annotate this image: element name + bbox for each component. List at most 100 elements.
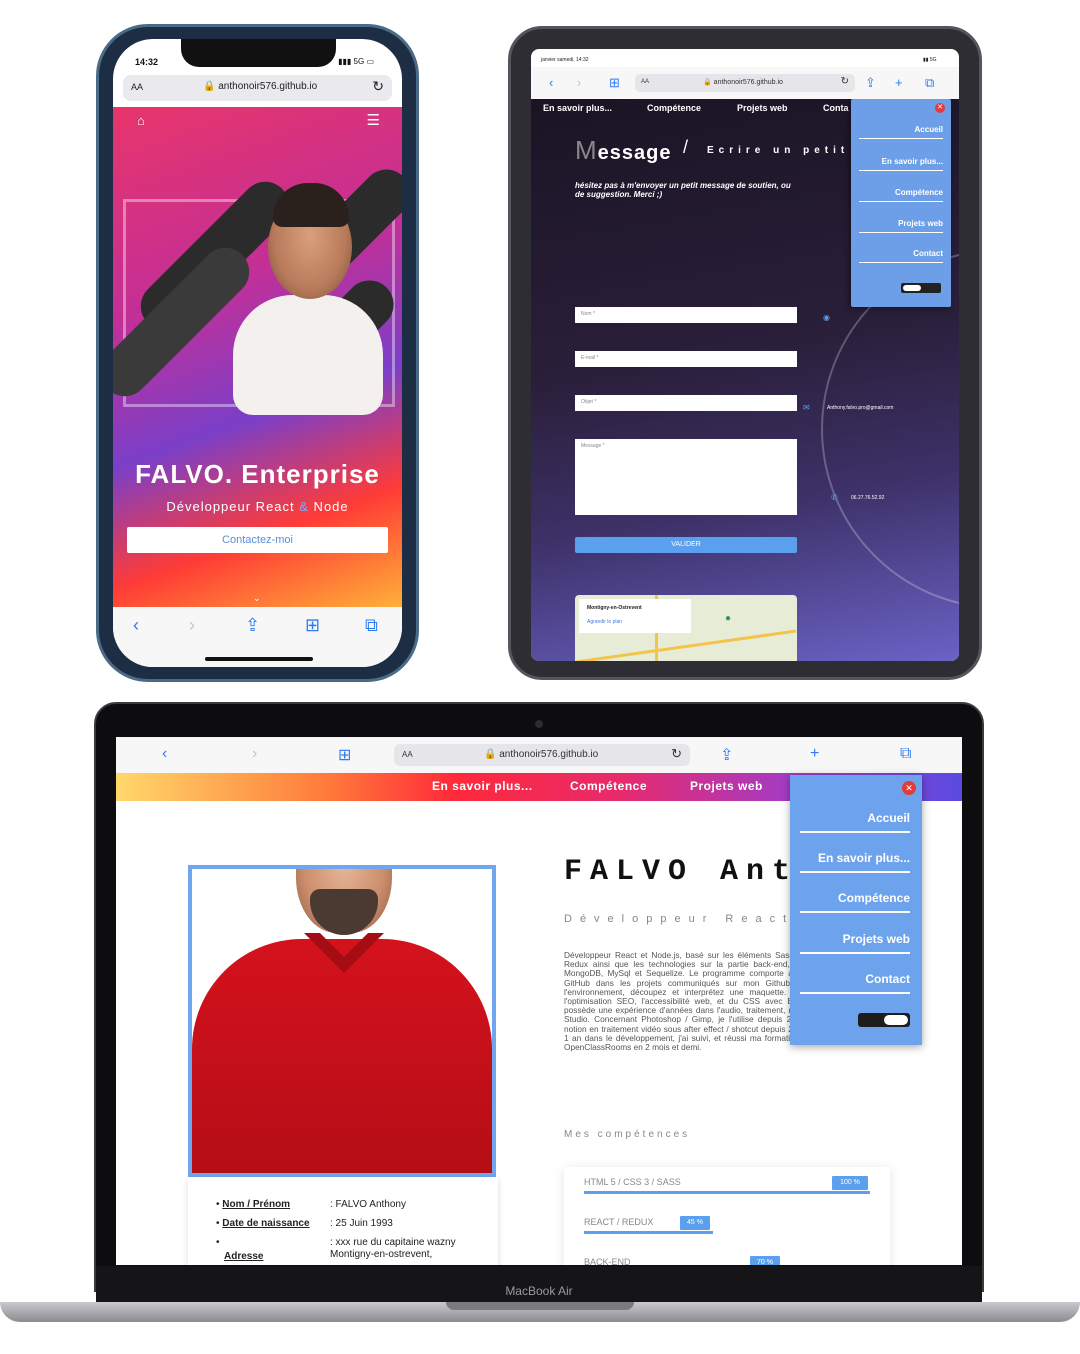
back-icon[interactable]: ‹ [549,75,553,90]
menu-item-accueil[interactable]: Accueil [859,125,943,139]
lock-icon: 🔒 [703,79,712,86]
phone-device: 14:32 ▮▮▮ 5G ▭ AA 🔒 anthonoir576.github.… [96,24,419,682]
url-text: 🔒 anthonoir576.github.io [484,749,599,760]
contact-page: En savoir plus... Compétence Projets web… [531,99,959,661]
forward-icon[interactable]: › [189,615,195,636]
nav-menu-panel: ✕ Accueil En savoir plus... Compétence P… [851,99,951,307]
subject-field[interactable]: Objet * [575,395,797,411]
lock-icon: 🔒 [484,749,497,760]
phone-time: 14:32 [135,57,159,67]
reload-icon[interactable]: ↻ [841,76,849,87]
home-indicator [205,657,313,661]
nav-item[interactable]: Conta [823,103,849,113]
nav-item[interactable]: En savoir plus... [543,103,612,113]
forward-icon[interactable]: › [577,75,581,90]
url-text: 🔒 anthonoir576.github.io [203,81,318,92]
laptop-camera [535,720,543,728]
close-icon[interactable]: ✕ [935,103,945,113]
profile-info-card: • Nom / Prénom: FALVO Anthony • Date de … [188,1177,498,1265]
nav-item[interactable]: Compétence [647,103,701,113]
contact-button[interactable]: Contactez-moi [127,527,388,553]
text-size-button[interactable]: AA [131,82,143,92]
menu-item-skills[interactable]: Compétence [859,188,943,202]
tablet-status-time: janvier samedi, 14:32 [541,57,589,63]
email-field[interactable]: E-mail * [575,351,797,367]
section-tagline: Ecrire un petit [707,145,850,156]
skill-bar [584,1191,870,1194]
bookmarks-icon[interactable]: ⊞ [338,745,351,765]
skills-card: HTML 5 / CSS 3 / SASS 100 % REACT / REDU… [564,1167,890,1265]
menu-item-contact[interactable]: Contact [859,249,943,263]
menu-item-projects[interactable]: Projets web [800,932,910,954]
text-size-button[interactable]: AA [402,750,413,759]
info-row: • Adresse: xxx rue du capitaine wazny Mo… [216,1237,456,1262]
info-row: • Date de naissance: 25 Juin 1993 [216,1218,393,1229]
skill-percent: 45 % [680,1216,710,1230]
laptop-lip [446,1302,634,1310]
share-icon[interactable]: ⇪ [865,75,876,91]
menu-item-about[interactable]: En savoir plus... [800,851,910,873]
new-tab-icon[interactable]: + [895,75,903,90]
skill-bar [584,1231,713,1234]
mail-icon: ✉ [803,403,810,412]
skill-name: BACK-END [584,1257,631,1265]
theme-toggle[interactable] [901,283,941,293]
share-icon[interactable]: ⇪ [245,615,260,636]
phone-address-bar[interactable]: AA 🔒 anthonoir576.github.io ↻ [123,75,392,101]
new-tab-icon[interactable]: + [810,745,819,763]
menu-item-about[interactable]: En savoir plus... [859,157,943,171]
reload-icon[interactable]: ↻ [671,746,682,762]
share-icon[interactable]: ⇪ [720,745,733,765]
map-road [575,629,797,661]
tabs-icon[interactable]: ⧉ [900,745,911,763]
reload-icon[interactable]: ↻ [372,78,384,95]
laptop-brand: MacBook Air [505,1284,573,1298]
tablet-screen: janvier samedi, 14:32 ▮▮ 5G ‹ › ⊞ ⇪ + ⧉ … [531,49,959,661]
nav-item[interactable]: Projets web [690,779,763,793]
close-icon[interactable]: ✕ [902,781,916,795]
nav-item[interactable]: Compétence [570,779,647,793]
tablet-address-bar[interactable]: AA 🔒 anthonoir576.github.io ↻ [635,74,855,92]
name-field[interactable]: Nom * [575,307,797,323]
hero-title: FALVO. Enterprise [135,459,380,489]
theme-toggle[interactable] [858,1013,910,1027]
map-card: Montigny-en-Ostrevent Agrandir le plan [579,599,691,633]
menu-item-skills[interactable]: Compétence [800,891,910,913]
menu-item-accueil[interactable]: Accueil [800,811,910,833]
tabs-icon[interactable]: ⧉ [365,615,378,636]
profile-role: Développeur React & [564,913,821,925]
phone-icon: ✆ [831,493,838,502]
skills-title: Mes compétences [564,1129,691,1140]
skill-percent: 100 % [832,1176,868,1190]
map-enlarge-link[interactable]: Agrandir le plan [587,619,683,625]
back-icon[interactable]: ‹ [133,615,139,636]
message-field[interactable]: Message * [575,439,797,515]
back-icon[interactable]: ‹ [162,745,167,763]
tabs-icon[interactable]: ⧉ [925,75,934,91]
text-size-button[interactable]: AA [641,79,649,85]
skill-percent: 70 % [750,1256,780,1265]
map-pin-icon: ● [725,613,732,624]
chevron-down-icon[interactable]: ⌄ [253,593,261,604]
title-slash: / [683,137,689,157]
laptop-address-bar[interactable]: AA 🔒 anthonoir576.github.io ↻ [394,744,690,766]
forward-icon[interactable]: › [252,745,257,763]
menu-item-projects[interactable]: Projets web [859,219,943,233]
submit-button[interactable]: VALIDER [575,537,797,553]
form-hint: hésitez pas à m'envoyer un petit message… [575,181,791,199]
profile-photo [188,865,496,1177]
map-embed[interactable]: Montigny-en-Ostrevent Agrandir le plan ● [575,595,797,661]
tablet-signal: ▮▮ 5G [923,57,937,63]
menu-item-contact[interactable]: Contact [800,972,910,994]
bookmarks-icon[interactable]: ⊞ [609,75,620,91]
nav-item[interactable]: En savoir plus... [432,779,533,793]
bookmarks-icon[interactable]: ⊞ [305,615,320,636]
location-icon: ◉ [823,313,830,322]
menu-icon[interactable]: ☰ [367,111,380,129]
contact-phone[interactable]: 06.27.76.52.92 [851,495,884,501]
home-icon[interactable]: ⌂ [137,113,145,128]
map-place: Montigny-en-Ostrevent [587,605,642,611]
lock-icon: 🔒 [203,81,216,92]
contact-email[interactable]: Anthony.falvo.pro@gmail.com [827,405,893,411]
nav-item[interactable]: Projets web [737,103,788,113]
